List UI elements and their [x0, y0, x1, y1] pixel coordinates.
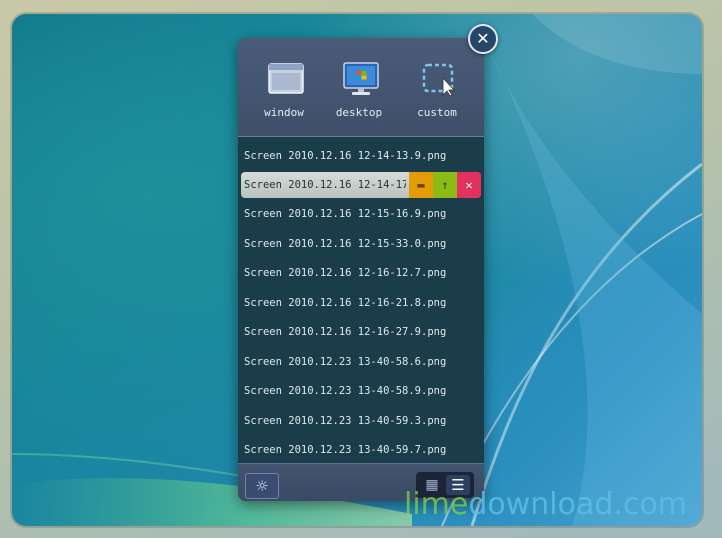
- capture-custom-label: custom: [417, 106, 457, 119]
- screenshot-file-list: Screen 2010.12.16 12-14-13.9.png Screen …: [238, 140, 484, 462]
- file-name: Screen 2010.12.16 12-15-16.9.png: [244, 208, 447, 220]
- file-row-selected[interactable]: Screen 2010.12.16 12-14-17.9.png ▬ ↑ ✕: [241, 172, 481, 198]
- capture-desktop-label: desktop: [335, 106, 383, 119]
- close-icon[interactable]: ✕: [468, 24, 498, 54]
- site-watermark: limedownload.com: [404, 487, 687, 522]
- file-name: Screen 2010.12.16 12-14-17.9.png: [244, 179, 406, 191]
- file-name: Screen 2010.12.16 12-15-33.0.png: [244, 238, 447, 250]
- file-row[interactable]: Screen 2010.12.23 13-40-58.9.png: [238, 378, 484, 404]
- capture-mode-bar: window desktop custom: [238, 38, 484, 137]
- watermark-brand: lime: [404, 487, 469, 522]
- file-name: Screen 2010.12.16 12-16-21.8.png: [244, 297, 447, 309]
- window-icon: [268, 63, 304, 94]
- file-name: Screen 2010.12.23 13-40-59.3.png: [244, 415, 447, 427]
- file-name: Screen 2010.12.16 12-16-27.9.png: [244, 326, 447, 338]
- delete-x-icon[interactable]: ✕: [457, 172, 481, 198]
- file-row-actions: ▬ ↑ ✕: [409, 172, 481, 198]
- file-name: Screen 2010.12.16 12-16-12.7.png: [244, 267, 447, 279]
- file-row[interactable]: Screen 2010.12.23 13-40-59.7.png: [238, 437, 484, 463]
- file-row[interactable]: Screen 2010.12.23 13-40-58.6.png: [238, 349, 484, 375]
- file-name: Screen 2010.12.23 13-40-58.9.png: [244, 385, 447, 397]
- file-name: Screen 2010.12.23 13-40-59.7.png: [244, 444, 447, 456]
- capture-desktop-button[interactable]: desktop: [319, 58, 399, 128]
- upload-arrow-icon[interactable]: ↑: [433, 172, 457, 198]
- capture-window-button[interactable]: window: [244, 58, 324, 128]
- monitor-icon: [343, 62, 379, 95]
- capture-custom-button[interactable]: custom: [397, 58, 477, 128]
- file-row[interactable]: Screen 2010.12.16 12-16-12.7.png: [238, 260, 484, 286]
- watermark-domain: download.com: [468, 487, 688, 522]
- capture-panel: window desktop custom Screen 2010.12.16 …: [238, 38, 484, 501]
- file-row[interactable]: Screen 2010.12.16 12-15-33.0.png: [238, 231, 484, 257]
- file-name: Screen 2010.12.16 12-14-13.9.png: [244, 150, 447, 162]
- file-row[interactable]: Screen 2010.12.23 13-40-59.3.png: [238, 408, 484, 434]
- file-row[interactable]: Screen 2010.12.16 12-16-27.9.png: [238, 319, 484, 345]
- file-row[interactable]: Screen 2010.12.16 12-16-21.8.png: [238, 290, 484, 316]
- capture-window-label: window: [264, 106, 304, 119]
- file-name: Screen 2010.12.23 13-40-58.6.png: [244, 356, 447, 368]
- folder-icon[interactable]: ▬: [409, 172, 433, 198]
- file-row[interactable]: Screen 2010.12.16 12-14-13.9.png: [238, 143, 484, 169]
- selection-cursor-icon: [422, 63, 455, 96]
- file-row[interactable]: Screen 2010.12.16 12-15-16.9.png: [238, 201, 484, 227]
- gear-icon[interactable]: ☼: [245, 473, 279, 499]
